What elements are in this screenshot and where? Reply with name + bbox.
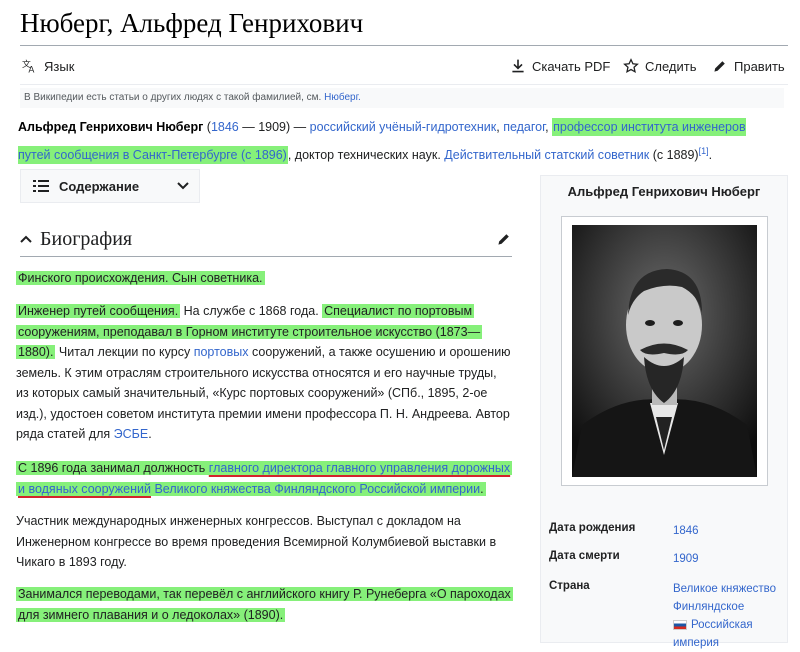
country-values: Великое княжество Финляндское Российская… [673,580,783,652]
lead-text: ( [203,120,211,134]
watch-button[interactable]: Следить [623,58,697,74]
paragraph-text: На службе с 1868 года. [180,304,323,318]
download-pdf-button[interactable]: Скачать PDF [510,58,610,74]
country-link[interactable]: Великое княжество Финляндское [673,583,776,613]
page-toolbar: 文A Язык Скачать PDF Следить Править [20,54,788,80]
biography-paragraph-5: Занимался переводами, так перевёл с англ… [16,584,513,625]
death-year-link[interactable]: 1909 [673,550,783,568]
toolbar-divider [20,84,788,85]
highlighted-text: Финского происхождения. Сын советника. [16,271,265,285]
paragraph-text: сооружений, а также осушению и орошению … [16,345,511,441]
star-icon [623,58,639,74]
rank-link[interactable]: Действительный статский советник [444,148,649,162]
lead-text: — 1909) — [238,120,310,134]
chevron-up-icon[interactable] [20,235,32,243]
lead-paragraph: Альфред Генрихович Нюберг (1846 — 1909) … [18,115,778,167]
language-button[interactable]: 文A Язык [22,58,74,74]
portrait-illustration [572,225,757,477]
toc-label: Содержание [59,178,140,194]
biography-paragraph-4: Участник международных инженерных конгре… [16,511,512,573]
ports-link[interactable]: портовых [194,345,249,359]
section-divider [20,256,512,257]
svg-text:A: A [28,65,34,74]
highlighted-text: С 1896 года занимал должность главного д… [16,461,513,496]
portrait-photo [572,225,757,477]
role-link[interactable]: российский учёный-гидротехник [310,120,497,134]
highlighted-text: Инженер путей сообщения. [16,304,181,318]
hatnote: В Википедии есть статьи о других людях с… [20,88,784,108]
lead-text: , доктор технических наук. [287,148,445,163]
language-label: Язык [44,58,75,74]
infobox-label: Дата рождения [549,522,636,534]
biography-paragraph-1: Финского происхождения. Сын советника. [16,268,512,289]
section-title: Биография [40,227,133,250]
birth-year-link[interactable]: 1846 [211,120,239,134]
paragraph-text: . [480,481,484,496]
pencil-icon [714,61,725,72]
hatnote-link[interactable]: Нюберг. [324,92,361,103]
watch-label: Следить [645,58,697,74]
pencil-icon[interactable] [496,231,512,247]
paragraph-text: . [148,427,152,441]
infobox-label: Страна [549,580,590,592]
biography-paragraph-3: С 1896 года занимал должность главного д… [16,458,513,499]
infobox-label: Дата смерти [549,550,620,562]
lead-text: . [708,148,713,163]
lead-name: Альфред Генрихович Нюберг [18,120,204,134]
toc-toggle[interactable]: Содержание [20,169,200,203]
edit-label: Править [734,58,785,74]
infobox: Альфред Генрихович Нюберг Дата рождения … [540,175,788,649]
infobox-title: Альфред Генрихович Нюберг [567,184,761,199]
download-icon [512,59,524,73]
download-pdf-label: Скачать PDF [532,58,611,74]
esbe-link[interactable]: ЭСБЕ [114,427,149,441]
birth-year-link[interactable]: 1846 [673,522,783,540]
title-divider [20,45,788,46]
paragraph-text: Участник международных инженерных конгре… [16,514,497,569]
russia-flag-icon [673,619,687,630]
section-heading: Биография [20,224,512,254]
portrait-image[interactable] [561,216,768,486]
highlighted-text: Занимался переводами, так перевёл с англ… [16,587,513,622]
paragraph-text: Читал лекции по курсу [55,345,194,359]
lead-text: (с 1889) [649,148,699,163]
biography-paragraph-2: Инженер путей сообщения. На службе с 186… [16,301,512,445]
page-title: Нюберг, Альфред Генрихович [20,8,364,38]
translate-icon: 文A [22,58,34,74]
reference-link[interactable]: [1] [699,146,709,156]
grand-duchy-link[interactable]: Великого княжества Финляндского Российск… [154,482,480,496]
role2-link[interactable]: педагог [503,120,545,134]
list-icon [33,180,49,192]
edit-button[interactable]: Править [712,58,785,74]
paragraph-text: С 1896 года занимал должность [18,461,209,475]
chevron-down-icon [177,182,189,190]
hatnote-text: В Википедии есть статьи о других людях с… [24,92,325,103]
